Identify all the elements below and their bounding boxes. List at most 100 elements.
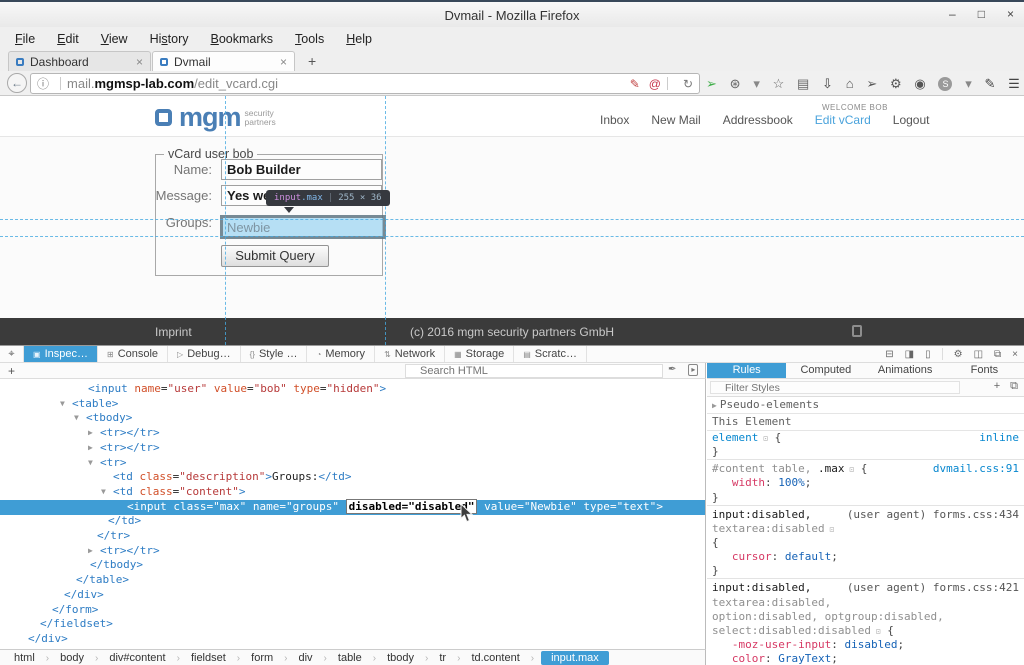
rule-source-link[interactable]: inline (979, 431, 1019, 445)
menu-item-tools[interactable]: Tools (284, 29, 335, 49)
sidebar-tab-rules[interactable]: Rules (707, 363, 786, 378)
breadcrumb-item-fieldset[interactable]: fieldset (187, 651, 230, 665)
markup-line[interactable]: </td> (0, 514, 706, 529)
home-icon[interactable]: ⌂ (846, 76, 854, 91)
rule-source-link[interactable]: dvmail.css:91 (933, 462, 1019, 476)
twisty-open-icon[interactable]: ▼ (88, 458, 93, 467)
breadcrumb-item-html[interactable]: html (10, 651, 39, 665)
settings-gear-icon[interactable]: ⚙ (890, 76, 902, 92)
tab-close-icon[interactable]: × (280, 55, 287, 69)
markup-line[interactable]: </table> (0, 573, 706, 588)
search-html-input[interactable] (405, 364, 663, 378)
new-tab-button[interactable]: + (300, 53, 324, 69)
add-rule-icon[interactable]: + (994, 380, 1000, 393)
close-button[interactable]: × (1007, 7, 1014, 21)
menu-item-history[interactable]: History (139, 29, 200, 49)
devtools-tab-style[interactable]: {}Style … (241, 346, 308, 362)
pencil-icon[interactable]: ✎ (985, 76, 996, 92)
markup-line[interactable]: <input name="user" value="bob" type="hid… (0, 382, 706, 397)
menu-hamburger-icon[interactable]: ☰ (1008, 76, 1020, 92)
twisty-open-icon[interactable]: ▼ (101, 487, 106, 496)
chevron-down-icon[interactable]: ▾ (753, 76, 760, 92)
name-input[interactable] (221, 159, 382, 180)
site-info-icon[interactable]: ⓘ (37, 75, 49, 92)
url-text[interactable]: mail.mgmsp-lab.com/edit_vcard.cgi (67, 76, 621, 91)
plugin-icon[interactable]: ➢ (706, 76, 717, 92)
download-icon[interactable]: ⇩ (822, 76, 833, 92)
markup-line[interactable]: ▶<tr></tr> (0, 544, 706, 559)
breadcrumb-item-tr[interactable]: tr (435, 651, 450, 665)
bookmark-star-icon[interactable]: ☆ (773, 76, 785, 92)
markup-line[interactable]: ▶<tr></tr> (0, 426, 706, 441)
sidebar-tab-fonts[interactable]: Fonts (945, 363, 1024, 378)
menu-item-edit[interactable]: Edit (46, 29, 90, 49)
breadcrumb-item-form[interactable]: form (247, 651, 277, 665)
markup-line[interactable]: <td class="description">Groups:</td> (0, 470, 706, 485)
twisty-closed-icon[interactable]: ▶ (88, 546, 93, 555)
breadcrumb-item-tbody[interactable]: tbody (383, 651, 418, 665)
rule-gear-icon[interactable]: ⊡ (825, 525, 835, 534)
twisty-open-icon[interactable]: ▼ (74, 413, 79, 422)
rule-gear-icon[interactable]: ⊡ (871, 627, 881, 636)
dock-side-icon[interactable]: ◨ (905, 349, 914, 360)
tab-dvmail[interactable]: Dvmail × (152, 51, 295, 71)
nav-link-edit-vcard[interactable]: Edit vCard (815, 113, 871, 127)
twisty-open-icon[interactable]: ▼ (60, 399, 65, 408)
menu-item-view[interactable]: View (90, 29, 139, 49)
nav-link-new-mail[interactable]: New Mail (651, 113, 700, 127)
minimize-button[interactable]: – (949, 7, 956, 21)
sidebar-tab-animations[interactable]: Animations (866, 363, 945, 378)
nav-link-logout[interactable]: Logout (893, 113, 930, 127)
reload-icon[interactable]: ↻ (683, 77, 693, 91)
markup-line[interactable]: </form> (0, 603, 706, 618)
maximize-button[interactable]: □ (978, 7, 985, 21)
add-node-button[interactable]: + (8, 364, 15, 378)
pseudo-class-panel-icon[interactable]: ⧉ (1010, 380, 1018, 393)
chevron-down-icon[interactable]: ▾ (965, 76, 972, 92)
devtools-tab-console[interactable]: ⊞Console (98, 346, 168, 362)
tab-dashboard[interactable]: Dashboard × (8, 51, 151, 71)
markup-line[interactable]: ▼<tr> (0, 456, 706, 471)
markup-line[interactable]: </fieldset> (0, 617, 706, 632)
rule-source-link[interactable]: (user agent) forms.css:434 (847, 508, 1019, 522)
breadcrumb-item-div-content[interactable]: div#content (105, 651, 169, 665)
attribute-edit-box[interactable]: disabled="disabled" (346, 499, 478, 514)
responsive-mode-icon[interactable]: ▯ (925, 349, 931, 360)
eyedropper-icon[interactable]: ✒ (668, 364, 676, 376)
menu-item-bookmarks[interactable]: Bookmarks (200, 29, 285, 49)
pick-element-icon[interactable]: ⌖ (0, 346, 24, 362)
markup-line[interactable]: </tbody> (0, 558, 706, 573)
devtools-settings-icon[interactable]: ⚙ (954, 349, 963, 360)
nav-link-addressbook[interactable]: Addressbook (723, 113, 793, 127)
menu-item-help[interactable]: Help (335, 29, 383, 49)
menu-item-file[interactable]: File (4, 29, 46, 49)
close-devtools-icon[interactable]: × (1012, 349, 1018, 360)
split-console-icon[interactable]: ◫ (974, 349, 983, 360)
breadcrumb-item-div[interactable]: div (294, 651, 316, 665)
account-badge-icon[interactable]: S (938, 77, 952, 91)
markup-line[interactable]: ▼<tbody> (0, 411, 706, 426)
pseudo-elements-header[interactable]: ▶Pseudo-elements (707, 397, 1024, 414)
sphere-icon[interactable]: ◉ (914, 76, 925, 92)
devtools-tab-storage[interactable]: ▦Storage (445, 346, 514, 362)
rule-gear-icon[interactable]: ⊡ (758, 434, 768, 443)
twisty-closed-icon[interactable]: ▶ (88, 428, 93, 437)
palette-icon[interactable]: ⊛ (730, 76, 741, 92)
devtools-tab-debug[interactable]: ▷Debug… (168, 346, 241, 362)
breadcrumb-item-table[interactable]: table (334, 651, 366, 665)
markup-line[interactable]: <input class="max" name="groups" disable… (0, 500, 706, 515)
markup-line[interactable]: ▼<td class="content"> (0, 485, 706, 500)
windows-icon[interactable]: ⧉ (994, 349, 1001, 360)
dock-bottom-icon[interactable]: ⊟ (885, 349, 893, 360)
breadcrumb-item-td-content[interactable]: td.content (467, 651, 523, 665)
clipboard-icon[interactable]: ▤ (797, 76, 809, 92)
filter-styles-input[interactable] (710, 381, 960, 394)
devtools-tab-memory[interactable]: ◔Memory (307, 346, 375, 362)
markup-line[interactable]: </div> (0, 588, 706, 603)
send-icon[interactable]: ➢ (866, 76, 877, 92)
back-button[interactable]: ← (7, 73, 27, 93)
devtools-tab-scratc[interactable]: ▤Scratc… (514, 346, 587, 362)
display-frame-icon[interactable]: ▸ (688, 364, 698, 376)
breadcrumb-item-selected[interactable]: input.max (541, 651, 609, 665)
markup-line[interactable]: ▶<tr></tr> (0, 441, 706, 456)
